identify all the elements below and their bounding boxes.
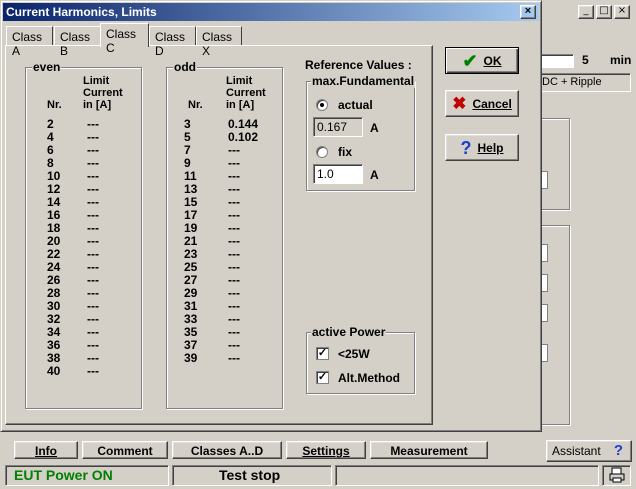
tab-settings[interactable]: Settings [286,441,366,459]
close-icon[interactable]: × [614,5,630,19]
reference-values-title: Reference Values : [305,58,412,72]
even-limit-header: Limit Current in [A] [83,75,123,111]
help-icon: ? [460,137,472,158]
actual-value-field: 0.167 [313,117,363,137]
close-icon[interactable]: × [520,5,536,19]
harmonic-number: 40 [47,364,61,378]
cancel-label: Cancel [472,96,512,111]
cancel-button[interactable]: ✖ Cancel [445,90,519,117]
lt25w-checkbox[interactable]: ✓ [316,347,329,360]
ok-label: OK [483,53,502,68]
max-fundamental-title: max.Fundamental [311,74,416,88]
help-icon: ? [613,442,623,459]
minimize-button[interactable]: _ [578,5,594,19]
tab-class-x[interactable]: Class X [196,26,242,58]
limit-header-line: Current [226,87,266,99]
tab-comment[interactable]: Comment [82,441,168,459]
tab-info[interactable]: Info [14,441,78,459]
harmonic-number: 39 [184,351,198,365]
active-power-title: active Power [311,325,387,339]
fix-value-input[interactable]: 1.0 [313,164,363,184]
even-nr-header: Nr. [47,99,62,111]
checkmark-icon: ✔ [462,50,478,71]
odd-harmonics-group: odd Nr. Limit Current in [A] 3 0.144 5 0.10… [166,60,283,409]
even-harmonics-group: even Nr. Limit Current in [A] 2 --- 4 --- 6-… [25,60,142,409]
duration-unit: min [610,53,632,67]
mode-field[interactable]: DC + Ripple [537,73,631,92]
power-status: EUT Power ON [5,465,169,486]
limit-current: --- [87,364,99,378]
cancel-x-icon: ✖ [452,93,467,113]
active-power-group: active Power ✓ <25W ✓ Alt.Method [306,325,415,394]
duration-field[interactable] [540,54,574,68]
test-status: Test stop [172,465,332,486]
limit-header-line: in [A] [226,99,255,111]
ok-button[interactable]: ✔ OK [445,47,519,74]
limit-header-line: Limit [83,75,110,87]
alt-method-label: Alt.Method [338,371,400,385]
tab-classes[interactable]: Classes A..D [172,441,282,459]
duration-value: 5 [582,53,589,67]
assistant-label: Assistant [552,444,601,458]
fix-unit: A [370,168,379,182]
tab-class-c[interactable]: Class C [100,23,149,55]
maximize-button[interactable]: □ [596,5,612,19]
print-icon[interactable] [602,465,631,486]
odd-nr-header: Nr. [188,99,203,111]
alt-method-checkbox[interactable]: ✓ [316,371,329,384]
tab-class-a[interactable]: Class A [6,26,53,58]
tab-measurement[interactable]: Measurement [370,441,488,459]
dialog-titlebar: Current Harmonics, Limits × [3,3,539,21]
odd-limit-header: Limit Current in [A] [226,75,266,111]
lt25w-label: <25W [338,347,370,361]
limit-current: --- [228,351,240,365]
tab-panel-class-c: even Nr. Limit Current in [A] 2 --- 4 --- 6-… [5,45,433,425]
dialog-title: Current Harmonics, Limits [6,5,157,19]
help-button[interactable]: ? Help [445,134,519,161]
even-group-title: even [32,60,62,74]
fix-label: fix [338,145,353,159]
help-label: Help [477,140,504,155]
limit-header-line: Current [83,87,123,99]
max-fundamental-group: max.Fundamental actual 0.167 A fix 1.0 A [306,74,416,191]
main-window-controls: _ □ × [578,5,630,19]
actual-radio[interactable] [316,99,328,111]
fix-radio[interactable] [316,146,328,158]
actual-label: actual [338,98,373,112]
tab-class-b[interactable]: Class B [54,26,101,58]
assistant-button[interactable]: Assistant ? [546,440,632,462]
limit-header-line: Limit [226,75,253,87]
odd-group-title: odd [173,60,197,74]
tab-class-d[interactable]: Class D [149,26,196,58]
harmonics-limits-dialog: Current Harmonics, Limits × Class A Clas… [0,0,542,432]
status-empty [335,465,599,486]
limit-header-line: in [A] [83,99,112,111]
actual-unit: A [370,121,379,135]
